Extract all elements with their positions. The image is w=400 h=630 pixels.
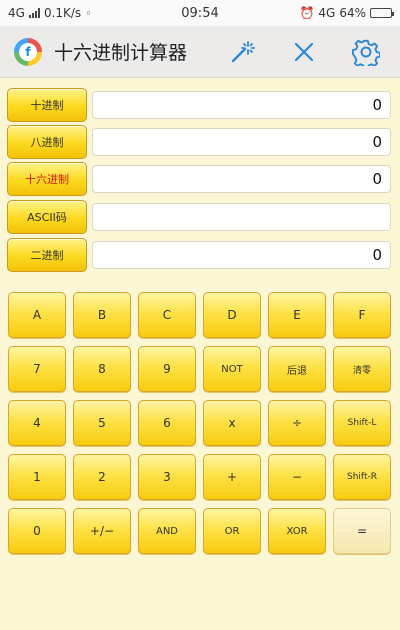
key-not[interactable]: NOT: [203, 346, 261, 392]
battery-percent: 64%: [339, 6, 366, 20]
magic-wand-icon[interactable]: [222, 32, 262, 72]
app-logo: f: [14, 37, 42, 66]
key-3[interactable]: 3: [138, 454, 196, 500]
key-1[interactable]: 1: [8, 454, 66, 500]
key-xor[interactable]: XOR: [268, 508, 326, 554]
app-title: 十六进制计算器: [54, 42, 188, 64]
keypad: A B C D E F 7 8 9 NOT 后退 清零 4 5 6 x ÷ Shift-L 1 2 3 + − Shift-R…: [8, 292, 392, 554]
battery-icon: [370, 8, 394, 18]
key-shift-left[interactable]: Shift-L: [333, 400, 391, 446]
close-icon[interactable]: [284, 32, 324, 72]
key-f[interactable]: F: [333, 292, 391, 338]
key-minus[interactable]: −: [268, 454, 326, 500]
key-multiply[interactable]: x: [203, 400, 261, 446]
gear-icon[interactable]: [346, 32, 386, 72]
key-8[interactable]: 8: [73, 346, 131, 392]
label-hexadecimal[interactable]: 十六进制: [7, 162, 87, 196]
clock: 09:54: [181, 5, 219, 21]
app-logo-letter: f: [19, 42, 37, 61]
key-e[interactable]: E: [268, 292, 326, 338]
key-2[interactable]: 2: [73, 454, 131, 500]
key-c[interactable]: C: [138, 292, 196, 338]
signal-icon: [28, 8, 40, 18]
field-binary[interactable]: 0: [92, 241, 391, 269]
alarm-icon: ⏰: [299, 6, 315, 20]
field-hexadecimal[interactable]: 0: [92, 165, 391, 193]
key-shift-right[interactable]: Shift-R: [333, 454, 391, 500]
key-negate[interactable]: +/−: [73, 508, 131, 554]
label-ascii[interactable]: ASCII码: [7, 200, 87, 234]
key-4[interactable]: 4: [8, 400, 66, 446]
label-decimal[interactable]: 十进制: [7, 88, 87, 122]
key-or[interactable]: OR: [203, 508, 261, 554]
label-octal[interactable]: 八进制: [7, 125, 87, 159]
key-clear[interactable]: 清零: [333, 346, 391, 392]
key-0[interactable]: 0: [8, 508, 66, 554]
key-and[interactable]: AND: [138, 508, 196, 554]
key-plus[interactable]: +: [203, 454, 261, 500]
key-6[interactable]: 6: [138, 400, 196, 446]
app-bar: f 十六进制计算器: [0, 26, 400, 78]
key-backspace[interactable]: 后退: [268, 346, 326, 392]
field-octal[interactable]: 0: [92, 128, 391, 156]
field-decimal[interactable]: 0: [92, 91, 391, 119]
key-5[interactable]: 5: [73, 400, 131, 446]
key-7[interactable]: 7: [8, 346, 66, 392]
key-d[interactable]: D: [203, 292, 261, 338]
field-ascii[interactable]: [92, 203, 391, 231]
network-type: 4G: [8, 6, 25, 20]
key-b[interactable]: B: [73, 292, 131, 338]
network-type-2: 4G: [318, 6, 336, 20]
wifi-icon: ◦: [85, 6, 92, 20]
label-binary[interactable]: 二进制: [7, 238, 87, 272]
network-speed: 0.1K/s: [43, 6, 82, 20]
key-a[interactable]: A: [8, 292, 66, 338]
key-9[interactable]: 9: [138, 346, 196, 392]
key-equals[interactable]: =: [333, 508, 391, 554]
key-divide[interactable]: ÷: [268, 400, 326, 446]
status-bar: 4G 0.1K/s ◦ 09:54 ⏰ 4G 64%: [0, 0, 400, 26]
